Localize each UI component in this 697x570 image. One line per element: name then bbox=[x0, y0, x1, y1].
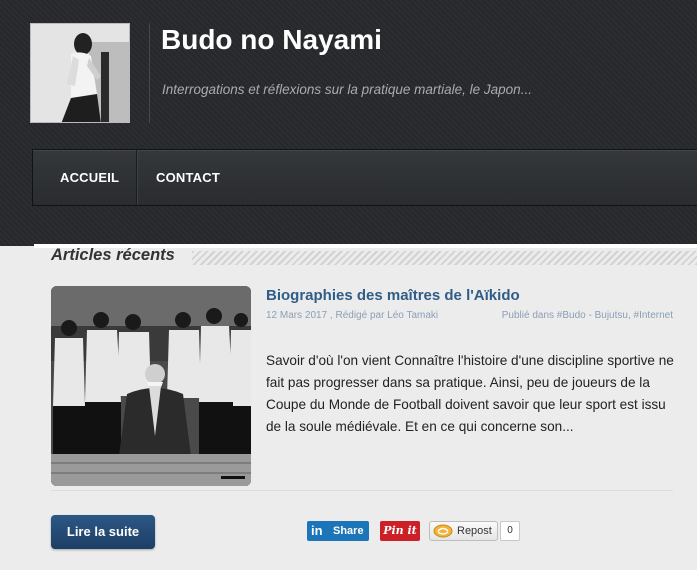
nav-item-accueil[interactable]: ACCUEIL bbox=[60, 150, 119, 205]
site-header: Budo no Nayami Interrogations et réflexi… bbox=[0, 0, 697, 246]
repost-button[interactable]: Repost bbox=[429, 521, 498, 541]
repost-label: Repost bbox=[457, 525, 492, 537]
post-divider bbox=[51, 490, 673, 491]
section-title-hatch bbox=[192, 251, 697, 265]
post-excerpt: Savoir d'où l'on vient Connaître l'histo… bbox=[266, 353, 674, 434]
nav-item-contact[interactable]: CONTACT bbox=[156, 150, 220, 205]
site-title[interactable]: Budo no Nayami bbox=[161, 24, 382, 56]
site-logo-photo[interactable] bbox=[30, 23, 130, 123]
section-title: Articles récents bbox=[51, 246, 175, 264]
post-meta: 12 Mars 2017 , Rédigé par Léo Tamaki bbox=[266, 310, 439, 321]
nav-divider bbox=[136, 150, 137, 205]
post-thumbnail[interactable] bbox=[51, 286, 251, 486]
repost-icon bbox=[433, 524, 453, 544]
thumbnail-photo-icon bbox=[51, 286, 251, 486]
read-more-button[interactable]: Lire la suite bbox=[51, 515, 155, 549]
post-tags[interactable]: Publié dans #Budo - Bujutsu, #Internet bbox=[502, 310, 673, 321]
pinterest-pin-button[interactable]: Pin it bbox=[380, 521, 420, 541]
main-navbar: ACCUEIL CONTACT bbox=[32, 149, 697, 206]
site-tagline: Interrogations et réflexions sur la prat… bbox=[162, 82, 532, 97]
linkedin-icon: in bbox=[311, 523, 323, 538]
post-title-link[interactable]: Biographies des maîtres de l'Aïkido bbox=[266, 287, 520, 304]
repost-count-badge: 0 bbox=[500, 521, 520, 541]
logo-photo-icon bbox=[31, 24, 129, 122]
linkedin-share-button[interactable]: in Share bbox=[307, 521, 369, 541]
linkedin-share-label: Share bbox=[333, 525, 364, 537]
header-divider bbox=[149, 23, 150, 123]
